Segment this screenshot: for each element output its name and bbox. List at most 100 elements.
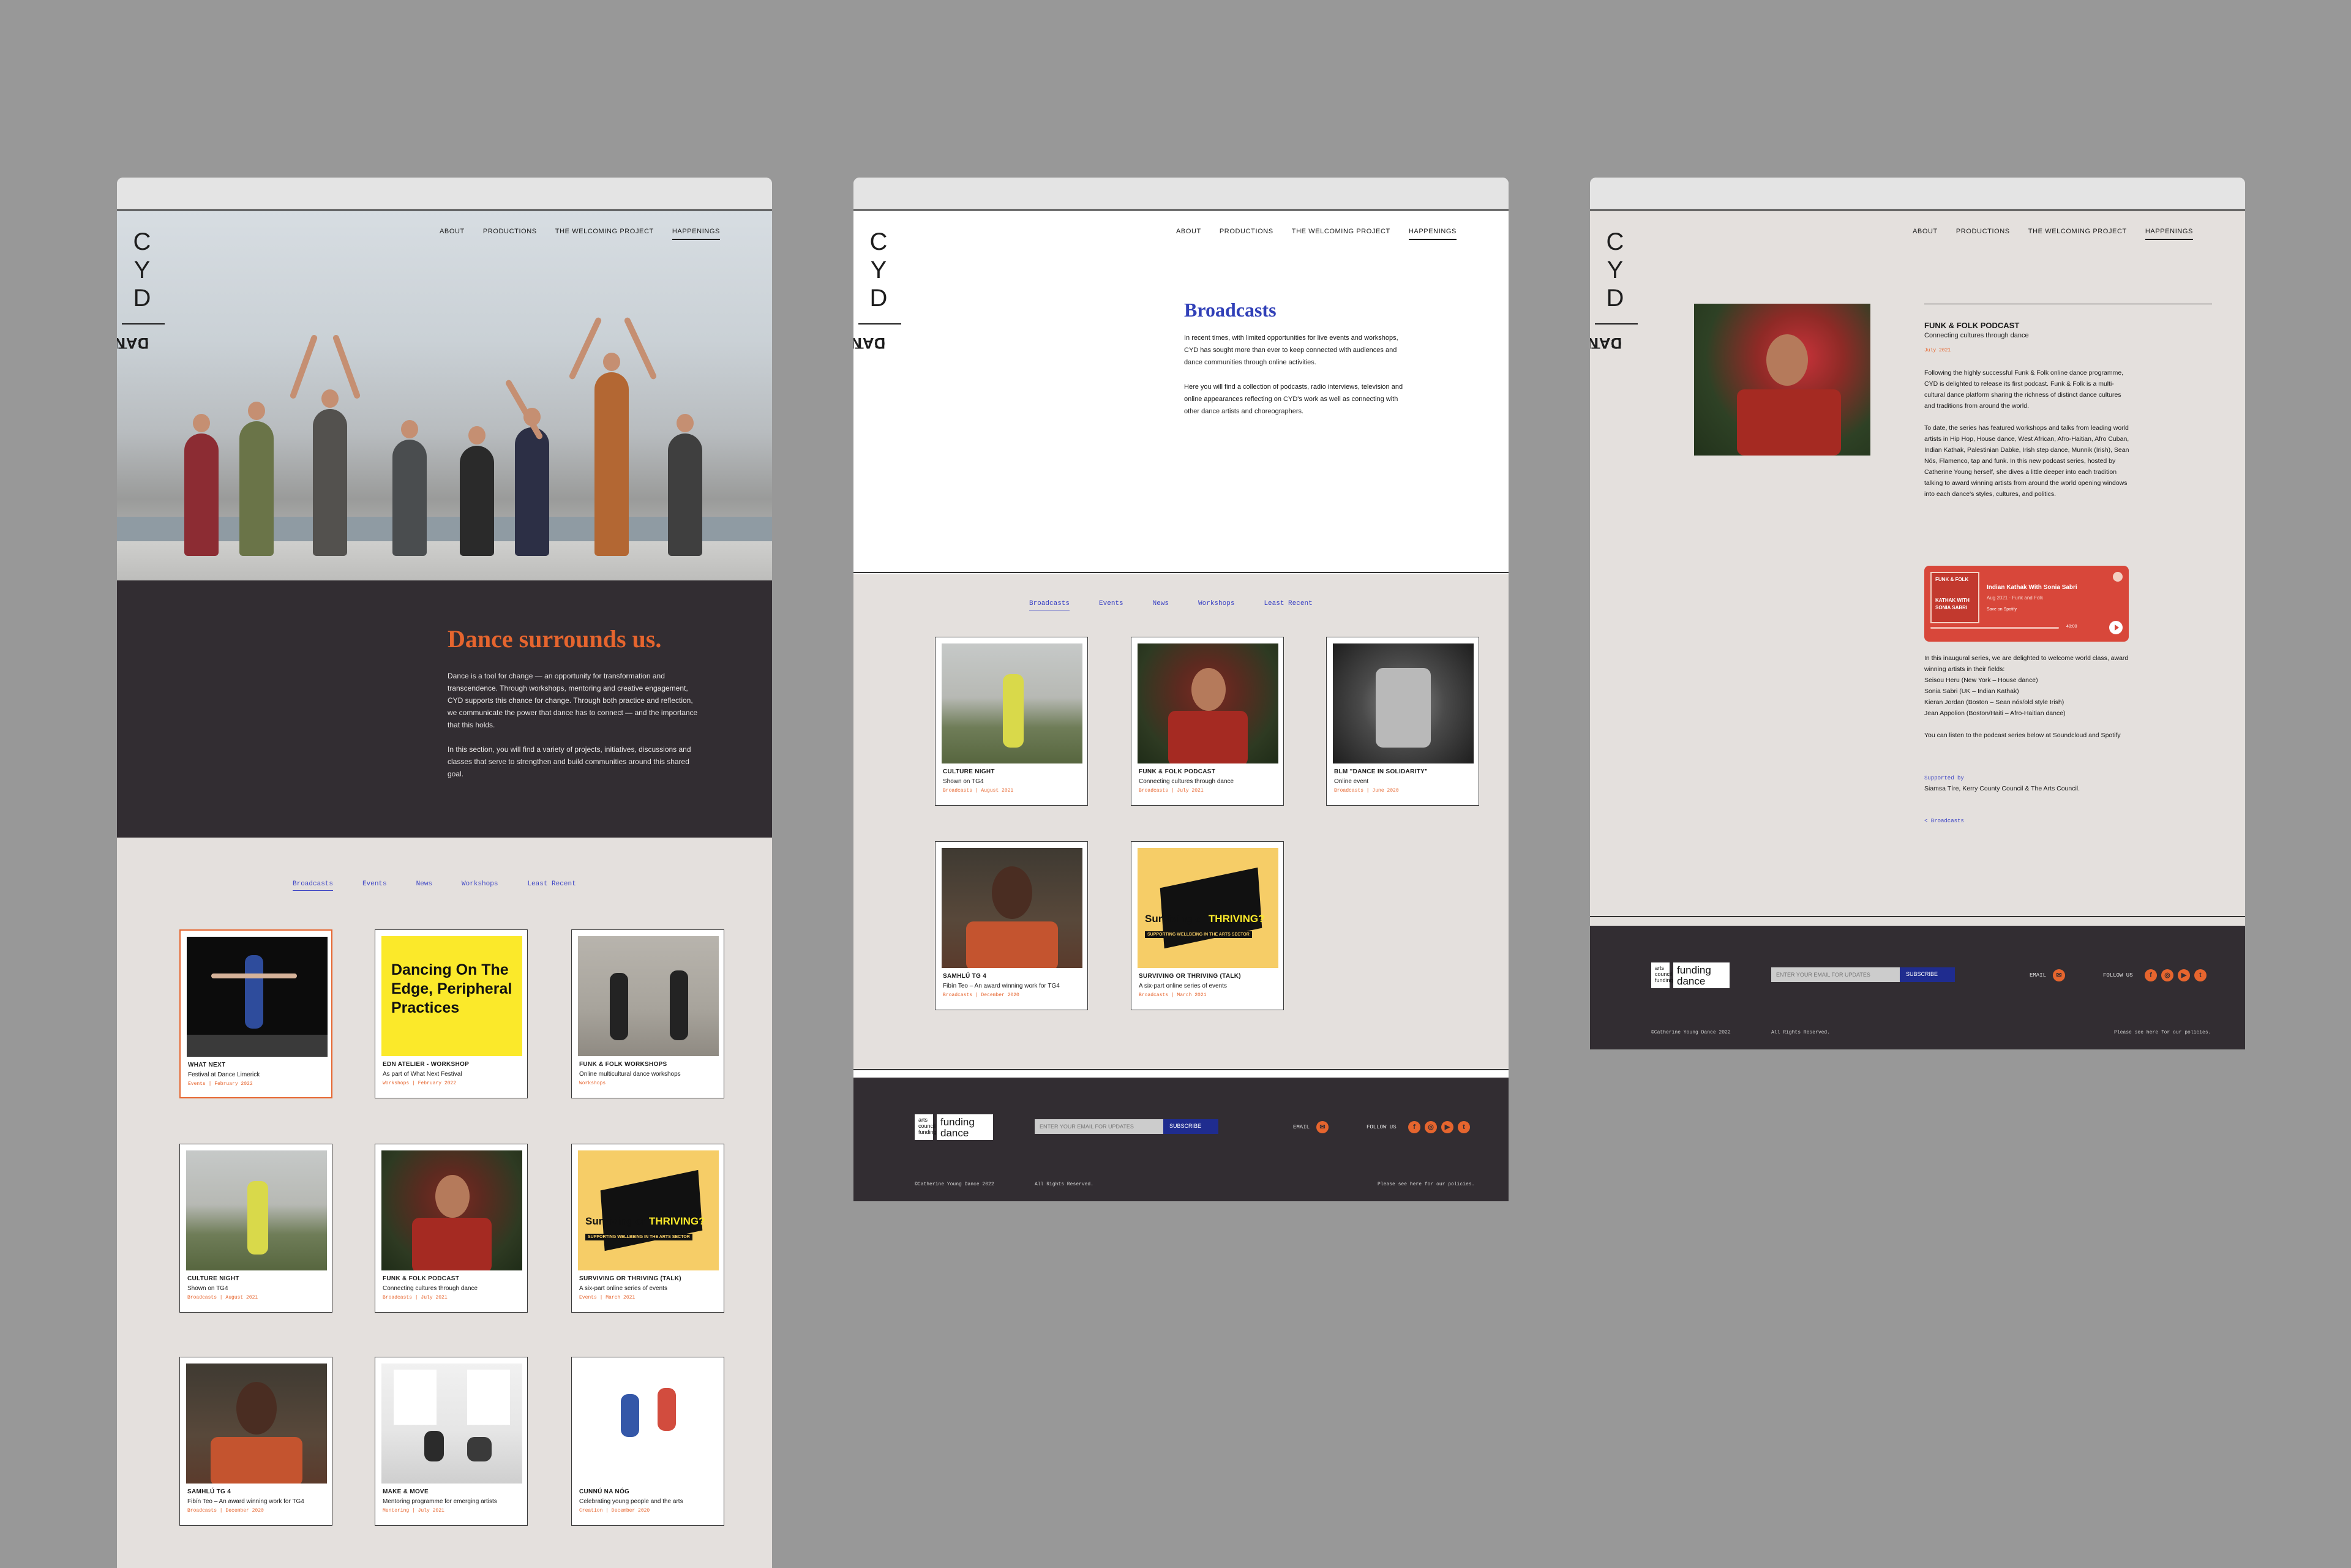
broadcast-card[interactable]: SAMHLÚ TG 4 Fibín Teo – An award winning…: [935, 841, 1088, 1010]
cyd-logo[interactable]: CYD CATHERINE YOUNG DANCE: [853, 211, 904, 651]
nav-welcoming-project[interactable]: THE WELCOMING PROJECT: [2028, 228, 2127, 240]
cyd-monogram: CYD: [133, 228, 151, 312]
broadcast-card[interactable]: Surviving or THRIVING? SUPPORTING WELLBE…: [1131, 841, 1284, 1010]
broadcasts-grid-section: Broadcasts Events News Workshops Least R…: [853, 574, 1509, 1070]
happenings-page-mockup: CYD CATHERINE YOUNG DANCE ABOUT PRODUCTI…: [117, 178, 772, 1568]
jumping-child: [658, 1388, 676, 1431]
dancer-arm: [289, 334, 318, 400]
portrait-face: [992, 866, 1032, 919]
happening-card[interactable]: CUNNÚ NA NÓG Celebrating young people an…: [571, 1357, 724, 1526]
happening-card[interactable]: Dancing On The Edge, Peripheral Practice…: [375, 929, 528, 1098]
card-image: [186, 1364, 327, 1484]
nav-about[interactable]: ABOUT: [1913, 228, 1938, 240]
happening-card[interactable]: FUNK & FOLK WORKSHOPS Online multicultur…: [571, 929, 724, 1098]
happening-card[interactable]: CULTURE NIGHT Shown on TG4 Broadcasts | …: [179, 1144, 332, 1313]
podcast-artists: In this inaugural series, we are delight…: [1924, 655, 2129, 739]
dancer-figure: [670, 970, 688, 1040]
social-links: f ◎ ▶ t: [2145, 969, 2207, 981]
podcast-detail-page-mockup: FUNK & FOLK PODCAST Connecting cultures …: [1590, 178, 2245, 1049]
newsletter-form: SUBSCRIBE: [1771, 967, 1955, 982]
portrait-face: [435, 1175, 470, 1218]
nav-happenings[interactable]: HAPPENINGS: [672, 228, 720, 240]
email-icon[interactable]: ✉: [1316, 1121, 1329, 1133]
email-icon[interactable]: ✉: [2053, 969, 2065, 981]
instagram-icon[interactable]: ◎: [1425, 1121, 1437, 1133]
nav-productions[interactable]: PRODUCTIONS: [1220, 228, 1273, 240]
cyd-logo[interactable]: CYD CATHERINE YOUNG DANCE: [117, 211, 167, 651]
policies-link[interactable]: Please see here for our policies.: [1378, 1182, 1474, 1187]
happening-card[interactable]: Surviving or THRIVING? SUPPORTING WELLBE…: [571, 1144, 724, 1313]
happening-card[interactable]: WHAT NEXT Festival at Dance Limerick Eve…: [179, 929, 332, 1098]
subscribe-button[interactable]: SUBSCRIBE: [1163, 1119, 1218, 1134]
site-footer: arts council funding funding dance SUBSC…: [1590, 926, 2245, 1049]
email-input[interactable]: [1035, 1119, 1163, 1134]
policies-link[interactable]: Please see here for our policies.: [2114, 1030, 2211, 1035]
youtube-icon[interactable]: ▶: [2178, 969, 2190, 981]
filter-least-recent[interactable]: Least Recent: [1264, 600, 1312, 610]
broadcast-card[interactable]: BLM "DANCE IN SOLIDARITY" Online event B…: [1326, 637, 1479, 806]
portrait-body: [966, 921, 1058, 968]
subscribe-button[interactable]: SUBSCRIBE: [1900, 967, 1955, 982]
play-icon[interactable]: [2109, 621, 2123, 634]
dancer-arm: [332, 334, 361, 400]
progress-bar[interactable]: [1930, 627, 2059, 629]
filter-workshops[interactable]: Workshops: [1198, 600, 1234, 610]
card-image: [381, 1150, 522, 1270]
youtube-icon[interactable]: ▶: [1441, 1121, 1453, 1133]
email-links: ✉: [2053, 969, 2065, 981]
site-footer: arts council funding funding dance SUBSC…: [853, 1078, 1509, 1201]
happening-card[interactable]: SAMHLÚ TG 4 Fibín Teo – An award winning…: [179, 1357, 332, 1526]
filter-news[interactable]: News: [416, 880, 432, 891]
card-image: [942, 848, 1082, 968]
nav-about[interactable]: ABOUT: [440, 228, 465, 240]
filter-least-recent[interactable]: Least Recent: [527, 880, 576, 891]
instagram-icon[interactable]: ◎: [2161, 969, 2173, 981]
nav-welcoming-project[interactable]: THE WELCOMING PROJECT: [555, 228, 654, 240]
filter-events[interactable]: Events: [1099, 600, 1123, 610]
arts-council-logo: arts council funding: [1651, 962, 1673, 988]
card-image: [578, 1364, 719, 1484]
card-image-text: Dancing On The Edge, Peripheral Practice…: [391, 961, 512, 1016]
browser-chrome: [1590, 178, 2245, 211]
filter-broadcasts[interactable]: Broadcasts: [1029, 600, 1070, 610]
cyd-monogram: CYD: [869, 228, 888, 312]
portrait-body: [1737, 389, 1841, 456]
nav-productions[interactable]: PRODUCTIONS: [1956, 228, 2010, 240]
nav-happenings[interactable]: HAPPENINGS: [2145, 228, 2193, 240]
cyd-logo[interactable]: CYD CATHERINE YOUNG DANCE: [1590, 211, 1640, 651]
podcast-description: Following the highly successful Funk & F…: [1924, 369, 2129, 498]
spotify-icon: [2113, 572, 2123, 582]
twitter-icon[interactable]: t: [2194, 969, 2207, 981]
jumping-child: [621, 1394, 639, 1437]
main-nav: ABOUT PRODUCTIONS THE WELCOMING PROJECT …: [1176, 228, 1457, 240]
filter-workshops[interactable]: Workshops: [462, 880, 498, 891]
filter-events[interactable]: Events: [362, 880, 387, 891]
main-nav: ABOUT PRODUCTIONS THE WELCOMING PROJECT …: [1913, 228, 2193, 240]
broadcast-card[interactable]: FUNK & FOLK PODCAST Connecting cultures …: [1131, 637, 1284, 806]
nav-about[interactable]: ABOUT: [1176, 228, 1201, 240]
save-on-spotify-button[interactable]: Save on Spotify: [1987, 607, 2017, 612]
filter-broadcasts[interactable]: Broadcasts: [293, 880, 334, 891]
card-image: Surviving or THRIVING? SUPPORTING WELLBE…: [1138, 848, 1278, 968]
email-label: EMAIL: [2030, 972, 2047, 978]
dancer-figure: [668, 414, 702, 556]
twitter-icon[interactable]: t: [1458, 1121, 1470, 1133]
nav-productions[interactable]: PRODUCTIONS: [483, 228, 537, 240]
facebook-icon[interactable]: f: [1408, 1121, 1420, 1133]
back-to-broadcasts-link[interactable]: < Broadcasts: [1924, 818, 1964, 824]
filter-news[interactable]: News: [1153, 600, 1169, 610]
spotify-player-embed[interactable]: FUNK & FOLK KATHAK WITH SONIA SABRI Indi…: [1924, 566, 2129, 642]
logo-wordmark: CATHERINE YOUNG DANCE: [853, 334, 885, 351]
nav-happenings[interactable]: HAPPENINGS: [1408, 228, 1457, 240]
dancer-arm: [623, 317, 658, 380]
nav-welcoming-project[interactable]: THE WELCOMING PROJECT: [1292, 228, 1390, 240]
portrait-face: [1191, 668, 1226, 711]
email-input[interactable]: [1771, 967, 1900, 982]
follow-label: FOLLOW US: [1367, 1124, 1397, 1130]
happening-card[interactable]: MAKE & MOVE Mentoring programme for emer…: [375, 1357, 528, 1526]
facebook-icon[interactable]: f: [2145, 969, 2157, 981]
happening-card[interactable]: FUNK & FOLK PODCAST Connecting cultures …: [375, 1144, 528, 1313]
portrait-body: [211, 1437, 302, 1484]
logo-wordmark: CATHERINE YOUNG DANCE: [1590, 334, 1622, 351]
broadcast-card[interactable]: CULTURE NIGHT Shown on TG4 Broadcasts | …: [935, 637, 1088, 806]
